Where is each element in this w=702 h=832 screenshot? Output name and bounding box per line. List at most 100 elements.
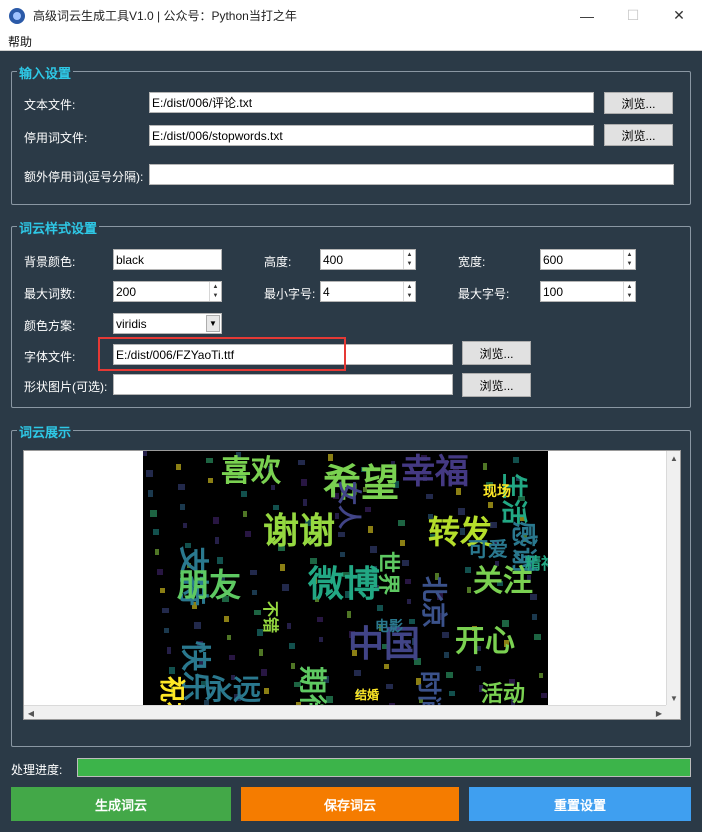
max-words-input[interactable] xyxy=(114,282,209,301)
wordcloud-filler xyxy=(476,666,481,671)
scroll-down-icon[interactable]: ▼ xyxy=(667,691,681,705)
scroll-up-icon[interactable]: ▲ xyxy=(667,451,681,465)
wordcloud-filler xyxy=(317,617,323,622)
min-font-spin-buttons[interactable]: ▲ ▼ xyxy=(403,282,415,301)
vertical-scrollbar[interactable]: ▲ ▼ xyxy=(666,451,680,705)
colormap-select[interactable]: viridis ▼ xyxy=(113,313,222,334)
max-words-spinbox[interactable]: ▲ ▼ xyxy=(113,281,222,302)
horizontal-scrollbar[interactable]: ◀ ▶ xyxy=(24,705,666,719)
wordcloud-filler xyxy=(194,622,201,629)
wordcloud-filler xyxy=(241,491,247,497)
stopwords-label: 停用词文件: xyxy=(24,131,88,145)
spin-down-icon[interactable]: ▼ xyxy=(210,291,221,300)
stopwords-browse-button[interactable]: 浏览... xyxy=(604,124,673,146)
width-input[interactable] xyxy=(541,250,623,269)
spin-down-icon[interactable]: ▼ xyxy=(404,291,415,300)
bg-color-input[interactable] xyxy=(113,249,222,270)
spin-up-icon[interactable]: ▲ xyxy=(404,282,415,291)
wordcloud-filler xyxy=(213,517,219,524)
max-font-label: 最大字号: xyxy=(458,287,510,301)
extra-stopwords-label: 额外停用词(逗号分隔): xyxy=(24,170,144,184)
spin-down-icon[interactable]: ▼ xyxy=(624,291,635,300)
close-icon[interactable]: ✕ xyxy=(656,0,702,31)
maximize-icon[interactable]: ☐ xyxy=(610,0,656,31)
shape-image-browse-button[interactable]: 浏览... xyxy=(462,373,531,397)
wordcloud-filler xyxy=(449,691,455,696)
menu-help[interactable]: 帮助 xyxy=(8,33,32,50)
wordcloud-filler xyxy=(365,507,371,512)
extra-stopwords-input[interactable] xyxy=(149,164,674,185)
wordcloud-filler xyxy=(407,599,411,604)
stopwords-input[interactable] xyxy=(149,125,594,146)
save-button[interactable]: 保存词云 xyxy=(241,787,459,821)
wordcloud-filler xyxy=(467,587,471,593)
app-icon xyxy=(9,7,25,24)
wordcloud-filler xyxy=(405,579,411,584)
wordcloud-filler xyxy=(488,502,493,508)
max-font-spin-buttons[interactable]: ▲ ▼ xyxy=(623,282,635,301)
wordcloud-svg: 喜欢支持谢谢希望 幸福女人 生活转发 感谢世界朋友 微博 北京 关注快乐 中国 开心祝福 期待 时间… xyxy=(143,451,548,719)
minimize-icon[interactable]: — xyxy=(564,0,610,31)
wordcloud-filler xyxy=(402,560,409,566)
scroll-corner xyxy=(666,705,680,719)
window-controls: — ☐ ✕ xyxy=(564,0,702,31)
wordcloud-word: 女人 xyxy=(335,481,363,529)
generate-button[interactable]: 生成词云 xyxy=(11,787,231,821)
wordcloud-filler xyxy=(319,637,323,642)
window-title: 高级词云生成工具V1.0 | 公众号：Python当打之年 xyxy=(33,9,297,23)
spin-up-icon[interactable]: ▲ xyxy=(404,250,415,259)
wordcloud-word: 精神 xyxy=(525,554,548,573)
height-spinbox[interactable]: ▲ ▼ xyxy=(320,249,416,270)
text-file-label: 文本文件: xyxy=(24,98,76,112)
wordcloud-filler xyxy=(160,588,165,593)
display-title: 词云展示 xyxy=(17,422,74,441)
wordcloud-filler xyxy=(176,464,181,470)
chevron-down-icon[interactable]: ▼ xyxy=(206,315,220,332)
min-font-spinbox[interactable]: ▲ ▼ xyxy=(320,281,416,302)
wordcloud-filler xyxy=(303,499,307,506)
wordcloud-filler xyxy=(146,470,153,477)
height-spin-buttons[interactable]: ▲ ▼ xyxy=(403,250,415,269)
wordcloud-filler xyxy=(148,490,153,497)
spin-down-icon[interactable]: ▼ xyxy=(624,259,635,268)
wordcloud-word: 永远 xyxy=(205,673,261,706)
wordcloud-filler xyxy=(483,463,487,470)
wordcloud-filler xyxy=(289,643,295,649)
scroll-right-icon[interactable]: ▶ xyxy=(652,706,666,720)
shape-image-input[interactable] xyxy=(113,374,453,395)
wordcloud-filler xyxy=(298,460,305,465)
wordcloud-word: 谢谢 xyxy=(263,511,335,552)
wordcloud-filler xyxy=(259,649,263,656)
wordcloud-filler xyxy=(291,663,295,669)
wordcloud-filler xyxy=(301,479,307,486)
wordcloud-filler xyxy=(368,526,373,533)
wordcloud-word: 喜欢 xyxy=(221,454,282,489)
min-font-input[interactable] xyxy=(321,282,403,301)
width-spin-buttons[interactable]: ▲ ▼ xyxy=(623,250,635,269)
spin-up-icon[interactable]: ▲ xyxy=(624,282,635,291)
reset-button[interactable]: 重置设置 xyxy=(469,787,691,821)
wordcloud-word: 电影 xyxy=(375,618,403,635)
max-font-input[interactable] xyxy=(541,282,623,301)
wordcloud-filler xyxy=(328,454,333,461)
progress-bar xyxy=(77,758,691,777)
wordcloud-filler xyxy=(224,616,229,622)
spin-down-icon[interactable]: ▼ xyxy=(404,259,415,268)
wordcloud-word: 北京 xyxy=(418,576,449,628)
wordcloud-filler xyxy=(273,505,279,510)
spin-up-icon[interactable]: ▲ xyxy=(624,250,635,259)
max-words-spin-buttons[interactable]: ▲ ▼ xyxy=(209,282,221,301)
wordcloud-filler xyxy=(254,610,261,615)
height-input[interactable] xyxy=(321,250,403,269)
wordcloud-filler xyxy=(340,552,345,557)
text-file-browse-button[interactable]: 浏览... xyxy=(604,92,673,114)
font-file-browse-button[interactable]: 浏览... xyxy=(462,341,531,365)
width-spinbox[interactable]: ▲ ▼ xyxy=(540,249,636,270)
scroll-left-icon[interactable]: ◀ xyxy=(24,706,38,720)
wordcloud-filler xyxy=(261,669,267,676)
wordcloud-filler xyxy=(217,557,223,564)
text-file-input[interactable] xyxy=(149,92,594,113)
spin-up-icon[interactable]: ▲ xyxy=(210,282,221,291)
max-font-spinbox[interactable]: ▲ ▼ xyxy=(540,281,636,302)
wordcloud-filler xyxy=(245,531,251,537)
